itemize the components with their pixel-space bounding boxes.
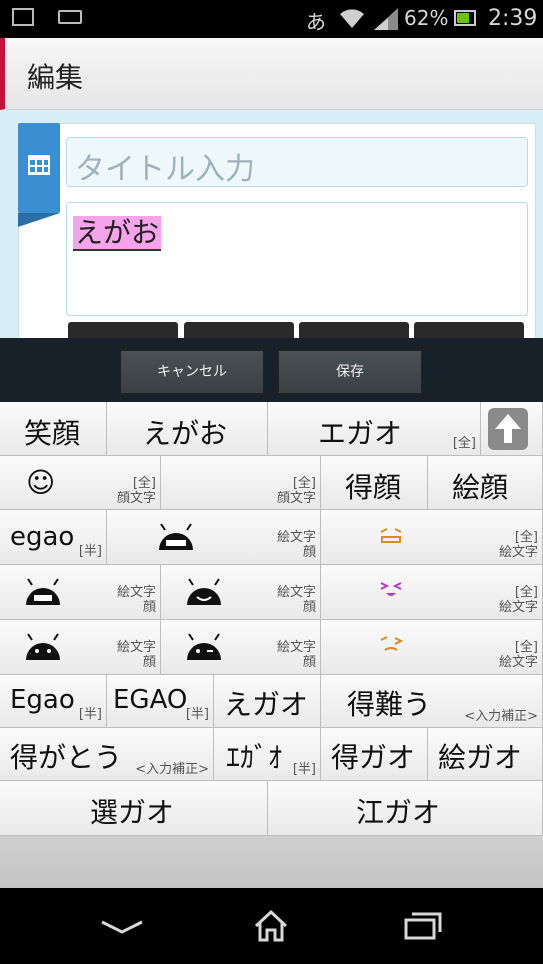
- action-bar: キャンセル 保存: [0, 338, 543, 402]
- android-emoji-icon: [159, 523, 193, 550]
- grid-icon: [28, 155, 50, 175]
- signal-icon: [374, 8, 398, 30]
- candidate-item[interactable]: ☺ [全] 顔文字: [0, 456, 161, 510]
- candidate-item[interactable]: 絵文字 顔: [161, 565, 321, 620]
- candidate-item[interactable]: egao [半]: [0, 510, 107, 565]
- candidate-item[interactable]: 絵文字 顔: [107, 510, 321, 565]
- category-tab[interactable]: [18, 123, 60, 227]
- page-title: 編集: [27, 61, 84, 94]
- body-input[interactable]: えがお: [66, 202, 528, 316]
- candidate-item[interactable]: [全] 絵文字: [321, 620, 543, 675]
- candidate-item[interactable]: 江ガオ: [268, 781, 543, 836]
- android-emoji-icon: [187, 633, 221, 660]
- back-chevron-icon[interactable]: [98, 916, 146, 936]
- navigation-bar: [0, 888, 543, 964]
- candidate-item[interactable]: えがお: [107, 402, 268, 456]
- composing-text: えがお: [73, 216, 162, 251]
- recent-apps-icon[interactable]: [402, 910, 442, 942]
- candidate-item[interactable]: 得ガオ: [321, 728, 428, 781]
- android-emoji-icon: [187, 578, 221, 605]
- save-button[interactable]: 保存: [278, 350, 422, 394]
- candidate-item[interactable]: 得顔: [321, 456, 428, 510]
- keyboard-notification-icon: [58, 10, 82, 24]
- clock: 2:39: [488, 6, 538, 31]
- home-icon[interactable]: [252, 908, 290, 944]
- candidate-item[interactable]: 得難う <入力補正>: [321, 675, 543, 728]
- scroll-up-button[interactable]: [488, 408, 528, 450]
- battery-icon: [454, 10, 476, 26]
- candidate-item[interactable]: 絵顔: [428, 456, 543, 510]
- candidate-item[interactable]: EGAO [半]: [107, 675, 214, 728]
- candidate-item[interactable]: ｴｶﾞｵ [半]: [214, 728, 321, 781]
- wifi-icon: [340, 9, 364, 28]
- candidate-item[interactable]: 絵文字 顔: [0, 565, 161, 620]
- keyboard-filler: [0, 836, 543, 888]
- orange-face-emoji-icon: [380, 636, 403, 651]
- ime-indicator: あ: [306, 10, 326, 34]
- android-emoji-icon: [26, 578, 60, 605]
- candidate-item[interactable]: 選ガオ: [0, 781, 268, 836]
- candidate-item[interactable]: [全] 絵文字: [321, 510, 543, 565]
- candidate-item[interactable]: 絵文字 顔: [161, 620, 321, 675]
- image-notification-icon: [12, 8, 34, 26]
- candidate-item[interactable]: 絵ガオ: [428, 728, 543, 781]
- candidate-item[interactable]: Egao [半]: [0, 675, 107, 728]
- candidate-item[interactable]: 得がとう <入力補正>: [0, 728, 214, 781]
- candidate-item[interactable]: 笑顔: [0, 402, 107, 456]
- candidate-item[interactable]: 絵文字 顔: [0, 620, 161, 675]
- battery-percent: 62%: [404, 6, 449, 30]
- orange-face-emoji-icon: [380, 528, 402, 543]
- app-header: 編集: [0, 38, 543, 110]
- candidate-item[interactable]: エガオ [全]: [268, 402, 481, 456]
- candidate-item[interactable]: [全] 顔文字: [161, 456, 321, 510]
- title-input[interactable]: タイトル入力: [66, 137, 528, 187]
- cancel-button[interactable]: キャンセル: [120, 350, 264, 394]
- candidate-item[interactable]: えガオ: [214, 675, 321, 728]
- candidate-item[interactable]: [全] 絵文字: [321, 565, 543, 620]
- status-bar: あ 62% 2:39: [0, 0, 543, 38]
- arrow-up-icon: [495, 414, 521, 443]
- pink-face-emoji-icon: [380, 582, 402, 596]
- android-emoji-icon: [26, 633, 60, 660]
